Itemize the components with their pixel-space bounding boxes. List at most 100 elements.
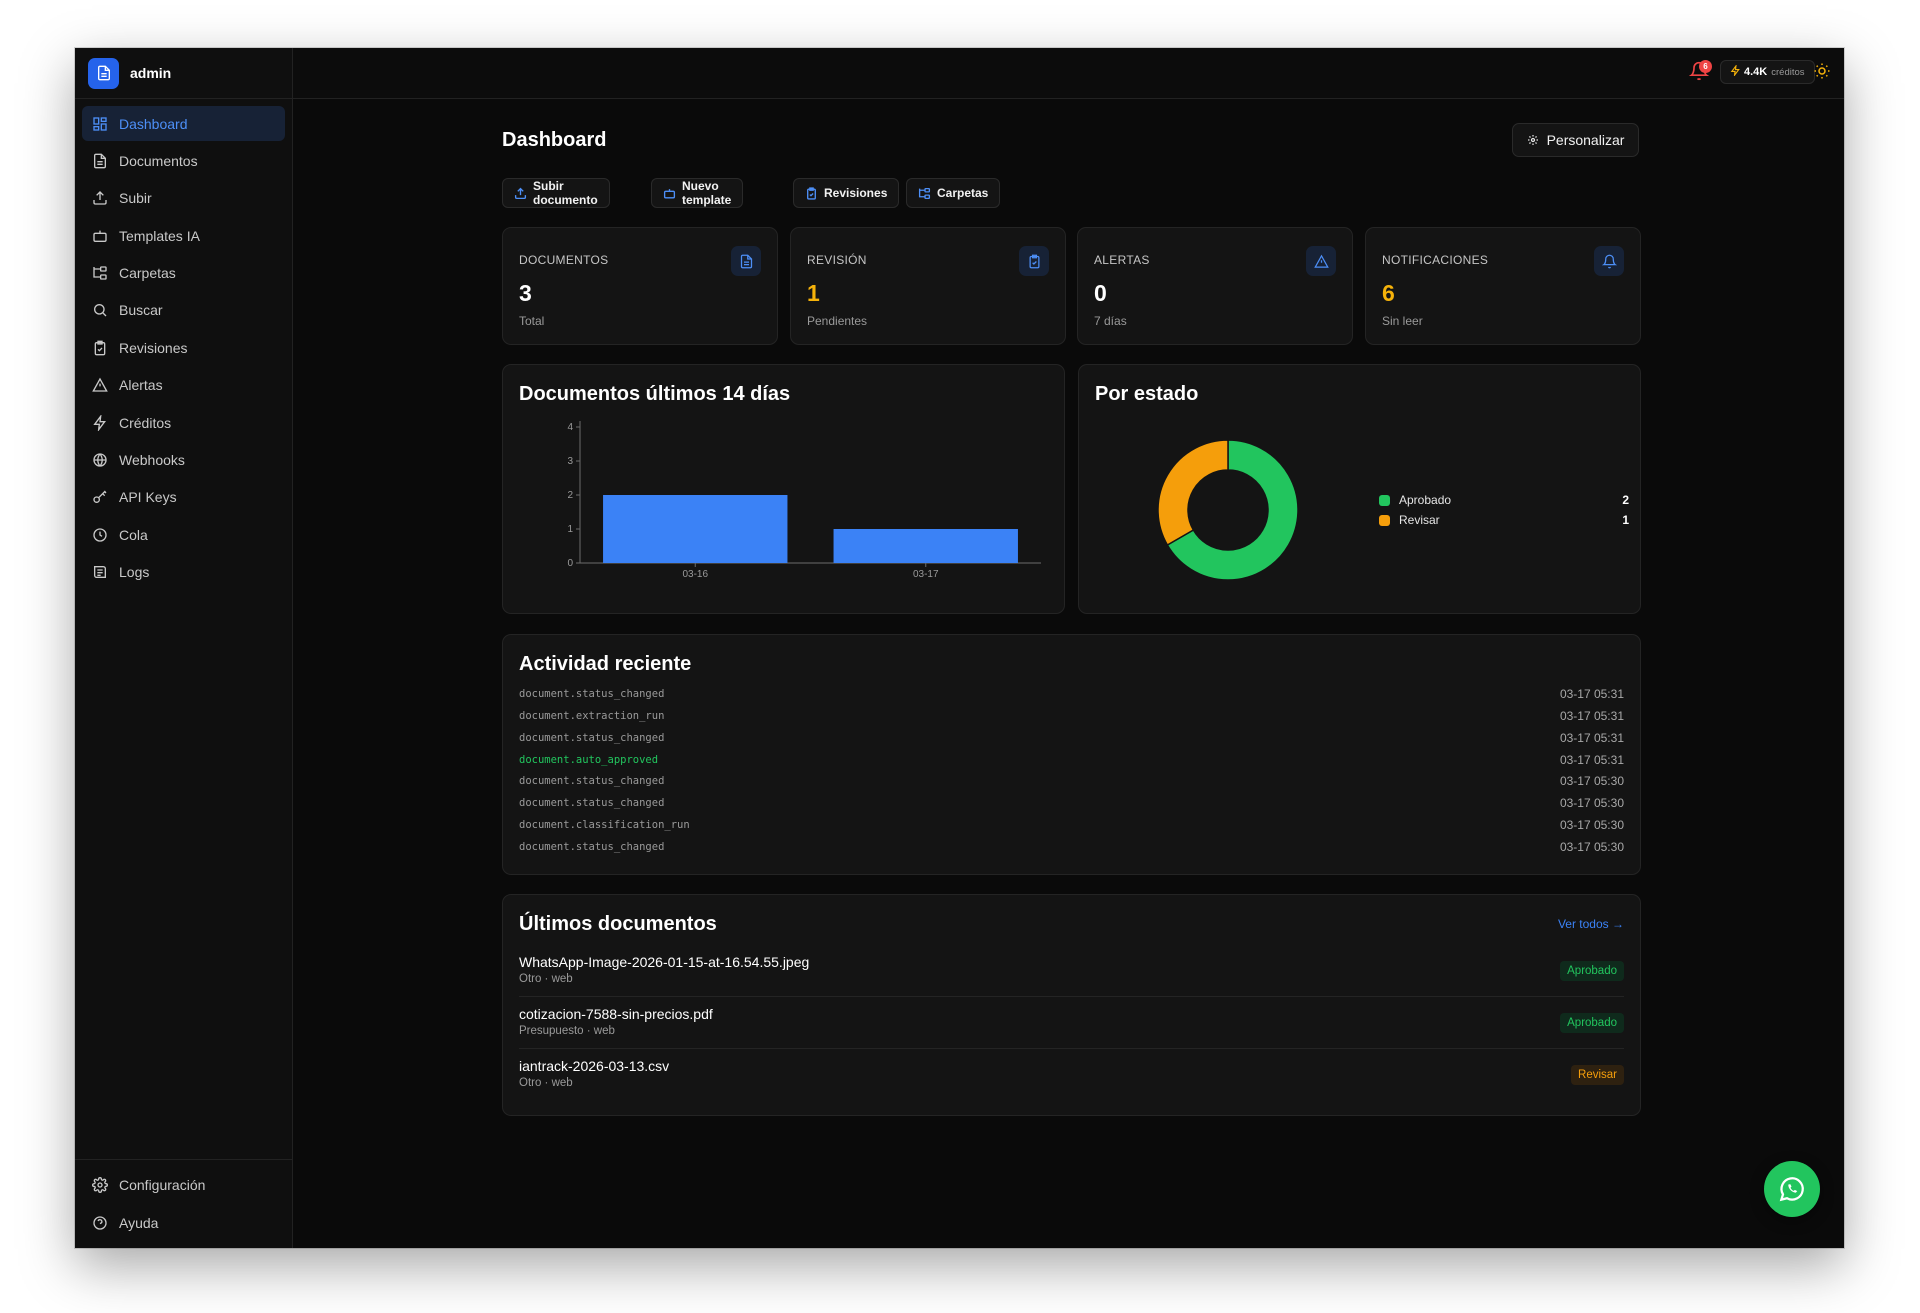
latest-documents-card: Últimos documentos Ver todos → WhatsApp-… xyxy=(502,894,1641,1116)
credits-label: créditos xyxy=(1771,66,1805,78)
sidebar-item-label: Templates IA xyxy=(119,227,200,244)
stat-label: NOTIFICACIONES xyxy=(1382,253,1489,267)
activity-row: document.extraction_run 03-17 05:31 xyxy=(519,707,1624,725)
sidebar-item-revisiones[interactable]: Revisiones xyxy=(82,330,285,365)
bar xyxy=(603,495,788,563)
stat-card-notificaciones[interactable]: NOTIFICACIONES 6 Sin leer xyxy=(1365,227,1641,345)
sidebar-item-label: Documentos xyxy=(119,152,198,169)
stat-card-revision[interactable]: REVISIÓN 1 Pendientes xyxy=(790,227,1066,345)
activity-event: document.status_changed xyxy=(519,688,665,700)
legend-swatch xyxy=(1379,514,1390,526)
upload-icon xyxy=(514,187,527,200)
notification-count-badge: 6 xyxy=(1699,60,1712,73)
sidebar-item-logs[interactable]: Logs xyxy=(82,555,285,590)
help-icon xyxy=(91,1214,109,1232)
brand-name: admin xyxy=(130,65,172,81)
dashboard-icon xyxy=(91,115,109,133)
quick-action-label: Subir documento xyxy=(533,179,598,207)
sidebar-item-templates-ia[interactable]: Templates IA xyxy=(82,218,285,253)
sidebar-item-webhooks[interactable]: Webhooks xyxy=(82,443,285,478)
sidebar-item-label: Logs xyxy=(119,564,150,581)
new-template-button[interactable]: Nuevo template xyxy=(651,178,744,208)
activity-row: document.auto_approved 03-17 05:31 xyxy=(519,751,1624,769)
stat-card-documentos[interactable]: DOCUMENTOS 3 Total xyxy=(502,227,778,345)
status-chart-card: Por estado Aprobado 2 Revisar 1 xyxy=(1078,364,1641,614)
document-row[interactable]: iantrack-2026-03-13.csv Otro · web Revis… xyxy=(519,1049,1624,1101)
credits-badge[interactable]: 4.4K créditos xyxy=(1720,60,1815,84)
activity-event: document.status_changed xyxy=(519,797,665,809)
bot-icon xyxy=(663,187,676,200)
document-row[interactable]: WhatsApp-Image-2026-01-15-at-16.54.55.jp… xyxy=(519,945,1624,997)
clipboard-check-icon xyxy=(91,339,109,357)
customize-button[interactable]: Personalizar xyxy=(1512,123,1639,157)
quick-action-label: Revisiones xyxy=(824,186,888,200)
sidebar-item-cola[interactable]: Cola xyxy=(82,517,285,552)
activity-event: document.status_changed xyxy=(519,841,665,853)
sidebar-item-subir[interactable]: Subir xyxy=(82,181,285,216)
bell-icon xyxy=(1594,246,1624,276)
y-tick-label: 0 xyxy=(567,558,573,569)
x-tick-label: 03-16 xyxy=(682,569,708,580)
topbar: 6 4.4K créditos A xyxy=(293,48,1844,99)
y-tick-label: 4 xyxy=(567,422,573,433)
theme-toggle-sun-icon[interactable] xyxy=(1813,62,1833,82)
stat-label: ALERTAS xyxy=(1094,253,1150,267)
page-title: Dashboard xyxy=(502,129,607,151)
zap-icon xyxy=(91,414,109,432)
key-icon xyxy=(91,488,109,506)
activity-row: document.status_changed 03-17 05:30 xyxy=(519,838,1624,856)
document-name: iantrack-2026-03-13.csv xyxy=(519,1058,670,1074)
zap-icon xyxy=(1730,63,1741,79)
search-icon xyxy=(91,301,109,319)
sidebar-item-documentos[interactable]: Documentos xyxy=(82,143,285,178)
clock-icon xyxy=(91,526,109,544)
stat-value: 0 xyxy=(1094,280,1107,306)
sidebar-item-alertas[interactable]: Alertas xyxy=(82,368,285,403)
stat-value: 6 xyxy=(1382,280,1395,306)
stat-card-alertas[interactable]: ALERTAS 0 7 días xyxy=(1077,227,1353,345)
pie-slice xyxy=(1157,439,1229,547)
activity-event: document.extraction_run xyxy=(519,710,665,722)
sidebar-item-label: API Keys xyxy=(119,489,177,506)
document-name: cotizacion-7588-sin-precios.pdf xyxy=(519,1006,713,1022)
bar-chart: 0 1 2 3 4 03-16 03-17 xyxy=(567,421,1041,580)
activity-event: document.auto_approved xyxy=(519,754,659,766)
sidebar-item-label: Ayuda xyxy=(119,1215,159,1231)
sidebar-item-label: Créditos xyxy=(119,414,172,431)
activity-time: 03-17 05:31 xyxy=(1559,709,1624,723)
sidebar-item-label: Webhooks xyxy=(119,452,185,469)
status-badge: Aprobado xyxy=(1560,1013,1624,1033)
sidebar-item-configuracion[interactable]: Configuración xyxy=(82,1167,286,1203)
document-icon xyxy=(91,152,109,170)
stat-label: DOCUMENTOS xyxy=(519,253,609,267)
upload-document-button[interactable]: Subir documento xyxy=(502,178,610,208)
stat-sub: Sin leer xyxy=(1382,314,1423,328)
sidebar-item-carpetas[interactable]: Carpetas xyxy=(82,256,285,291)
activity-time: 03-17 05:31 xyxy=(1559,687,1624,701)
y-tick-label: 3 xyxy=(567,456,573,467)
sidebar-item-label: Configuración xyxy=(119,1177,206,1193)
sidebar-item-buscar[interactable]: Buscar xyxy=(82,293,285,328)
folders-button[interactable]: Carpetas xyxy=(906,178,1001,208)
quick-action-label: Nuevo template xyxy=(682,179,732,207)
logs-icon xyxy=(91,563,109,581)
activity-row: document.status_changed 03-17 05:30 xyxy=(519,794,1624,812)
alert-triangle-icon xyxy=(91,376,109,394)
document-meta: Presupuesto · web xyxy=(519,1025,615,1037)
document-row[interactable]: cotizacion-7588-sin-precios.pdf Presupue… xyxy=(519,997,1624,1049)
folder-tree-icon xyxy=(91,264,109,282)
credits-value: 4.4K xyxy=(1744,66,1768,78)
sidebar-item-ayuda[interactable]: Ayuda xyxy=(82,1205,286,1241)
see-all-link[interactable]: Ver todos → xyxy=(1558,917,1624,931)
donut-chart xyxy=(1157,439,1299,581)
sidebar-item-dashboard[interactable]: Dashboard xyxy=(82,106,285,141)
activity-time: 03-17 05:30 xyxy=(1559,774,1624,788)
reviews-button[interactable]: Revisiones xyxy=(793,178,900,208)
sidebar-item-api-keys[interactable]: API Keys xyxy=(82,480,285,515)
sidebar-item-creditos[interactable]: Créditos xyxy=(82,405,285,440)
sidebar-nav: Dashboard Documentos Subir Templates IA … xyxy=(75,99,292,599)
sidebar-bottom: Configuración Ayuda xyxy=(75,1159,293,1248)
brand-logo-icon[interactable] xyxy=(88,57,119,89)
document-meta: Otro · web xyxy=(519,973,573,985)
whatsapp-button[interactable] xyxy=(1764,1161,1820,1217)
